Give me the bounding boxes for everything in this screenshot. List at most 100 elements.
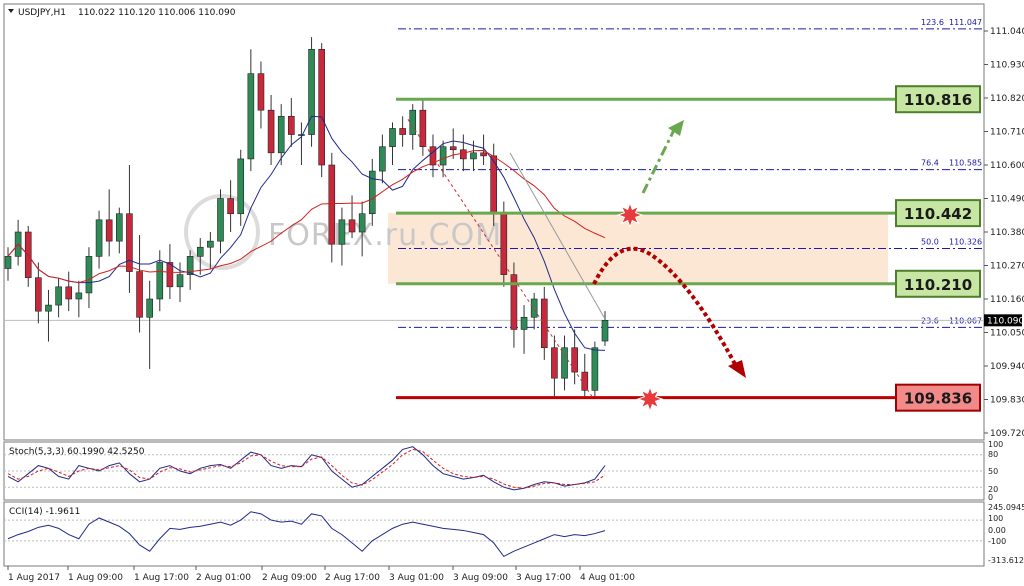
candle-body <box>581 371 589 391</box>
fib-value: 110.326 <box>949 237 982 246</box>
symbol-label: USDJPY,H1 <box>18 8 66 18</box>
watermark-text: FOREX.ru.COM <box>268 218 502 253</box>
stoch-tick-label: 50 <box>988 467 998 476</box>
y-tick-label: 110.600 <box>990 161 1024 171</box>
candle-body <box>35 277 42 312</box>
fib-value: 110.585 <box>949 159 982 168</box>
x-tick-label: 3 Aug 09:00 <box>453 573 508 583</box>
candle-body <box>95 219 103 257</box>
candle-body <box>500 213 508 275</box>
candle-body <box>267 109 275 154</box>
y-tick-label: 110.930 <box>990 61 1024 71</box>
y-tick-label: 109.940 <box>990 362 1024 372</box>
x-tick-label: 1 Aug 17:00 <box>134 573 189 583</box>
stoch-title: Stoch(5,3,3) 60.1990 42.5250 <box>9 447 145 457</box>
candle-body <box>116 213 123 242</box>
candle-body <box>166 262 174 288</box>
y-tick-label: 110.380 <box>990 228 1024 238</box>
x-tick-label: 1 Aug 2017 <box>8 573 60 583</box>
stoch-tick-label: 80 <box>988 450 998 459</box>
candle-body <box>237 158 245 215</box>
stoch-tick-label: 100 <box>988 440 1003 449</box>
candle-body <box>55 286 62 306</box>
x-tick-label: 2 Aug 01:00 <box>196 573 251 583</box>
cci-panel <box>3 501 985 567</box>
x-tick-label: 2 Aug 09:00 <box>262 573 317 583</box>
fib-value: 110.067 <box>949 316 982 325</box>
y-tick-label: 110.270 <box>990 262 1024 272</box>
cci-tick-label: 245.0945 <box>988 503 1024 512</box>
candle-body <box>520 316 528 330</box>
candle-body <box>126 213 133 272</box>
candle-body <box>540 298 548 349</box>
candle-body <box>277 115 285 154</box>
candle-body <box>85 256 93 294</box>
candle-body <box>358 213 366 233</box>
current-price-label: 110.090 <box>987 316 1024 326</box>
fib-pct: 50.0 <box>921 237 939 246</box>
candle-body <box>207 240 214 248</box>
candle-body <box>551 347 558 379</box>
cci-tick-label: -100 <box>988 537 1006 546</box>
candle-body <box>257 73 265 111</box>
y-tick-label: 110.160 <box>990 295 1024 305</box>
fib-value: 111.047 <box>949 18 982 27</box>
candle-body <box>247 73 255 160</box>
candle-body <box>470 152 477 160</box>
candle-body <box>227 198 234 215</box>
candle-body <box>308 48 315 135</box>
level-label: 109.836 <box>904 390 972 408</box>
candle-body <box>196 246 204 257</box>
candle-body <box>156 262 164 300</box>
candle-body <box>399 128 406 135</box>
candle-body <box>530 298 538 318</box>
x-tick-label: 2 Aug 17:00 <box>325 573 380 583</box>
candle-body <box>480 152 487 157</box>
y-tick-label: 110.050 <box>990 329 1024 339</box>
y-tick-label: 109.720 <box>990 429 1024 439</box>
candle-body <box>338 219 346 245</box>
candle-body <box>348 219 356 233</box>
candle-body <box>136 271 143 318</box>
x-tick-label: 1 Aug 09:00 <box>68 573 123 583</box>
candle-body <box>389 128 396 148</box>
candle-body <box>298 134 305 136</box>
burst-marker <box>616 201 644 229</box>
candle-body <box>328 164 336 245</box>
burst-marker <box>636 385 664 413</box>
candle-body <box>571 347 578 373</box>
cci-tick-label: 100 <box>988 514 1003 523</box>
chart-window: FOREX.ru.COM 111.040 110.930 110.820 110.710… <box>0 0 1024 586</box>
candle-body <box>318 48 325 166</box>
candle-body <box>409 109 417 135</box>
cci-tick-label: 0.00 <box>988 526 1006 535</box>
candle-body <box>4 256 12 269</box>
cci-tick-label: -313.612 <box>988 556 1024 565</box>
fib-pct: 23.6 <box>921 316 939 325</box>
candle-body <box>65 286 73 300</box>
y-tick-label: 109.830 <box>990 396 1024 406</box>
fib-pct: 123.6 <box>921 18 944 27</box>
candle-body <box>449 146 457 151</box>
candle-body <box>591 347 599 391</box>
stoch-tick-label: 0 <box>988 493 993 502</box>
x-tick-label: 3 Aug 01:00 <box>389 573 444 583</box>
candle-body <box>288 115 295 135</box>
candle-body <box>146 298 153 318</box>
y-tick-label: 110.820 <box>990 94 1024 104</box>
candle-body <box>176 274 184 288</box>
x-tick-label: 3 Aug 17:00 <box>516 573 571 583</box>
candle-body <box>217 198 224 242</box>
x-tick-label: 4 Aug 01:00 <box>580 573 635 583</box>
cci-title: CCI(14) -1.9611 <box>9 507 80 517</box>
level-label: 110.442 <box>904 205 972 223</box>
y-tick-label: 110.710 <box>990 128 1024 138</box>
candle-body <box>561 347 568 379</box>
candle-body <box>460 149 467 160</box>
candle-body <box>439 146 447 166</box>
candle-body <box>75 292 83 300</box>
chart-svg: FOREX.ru.COM 111.040 110.930 110.820 110.710… <box>3 3 1024 583</box>
candle-body <box>105 219 113 242</box>
level-label: 110.210 <box>904 276 972 294</box>
y-tick-label: 111.040 <box>990 27 1024 37</box>
